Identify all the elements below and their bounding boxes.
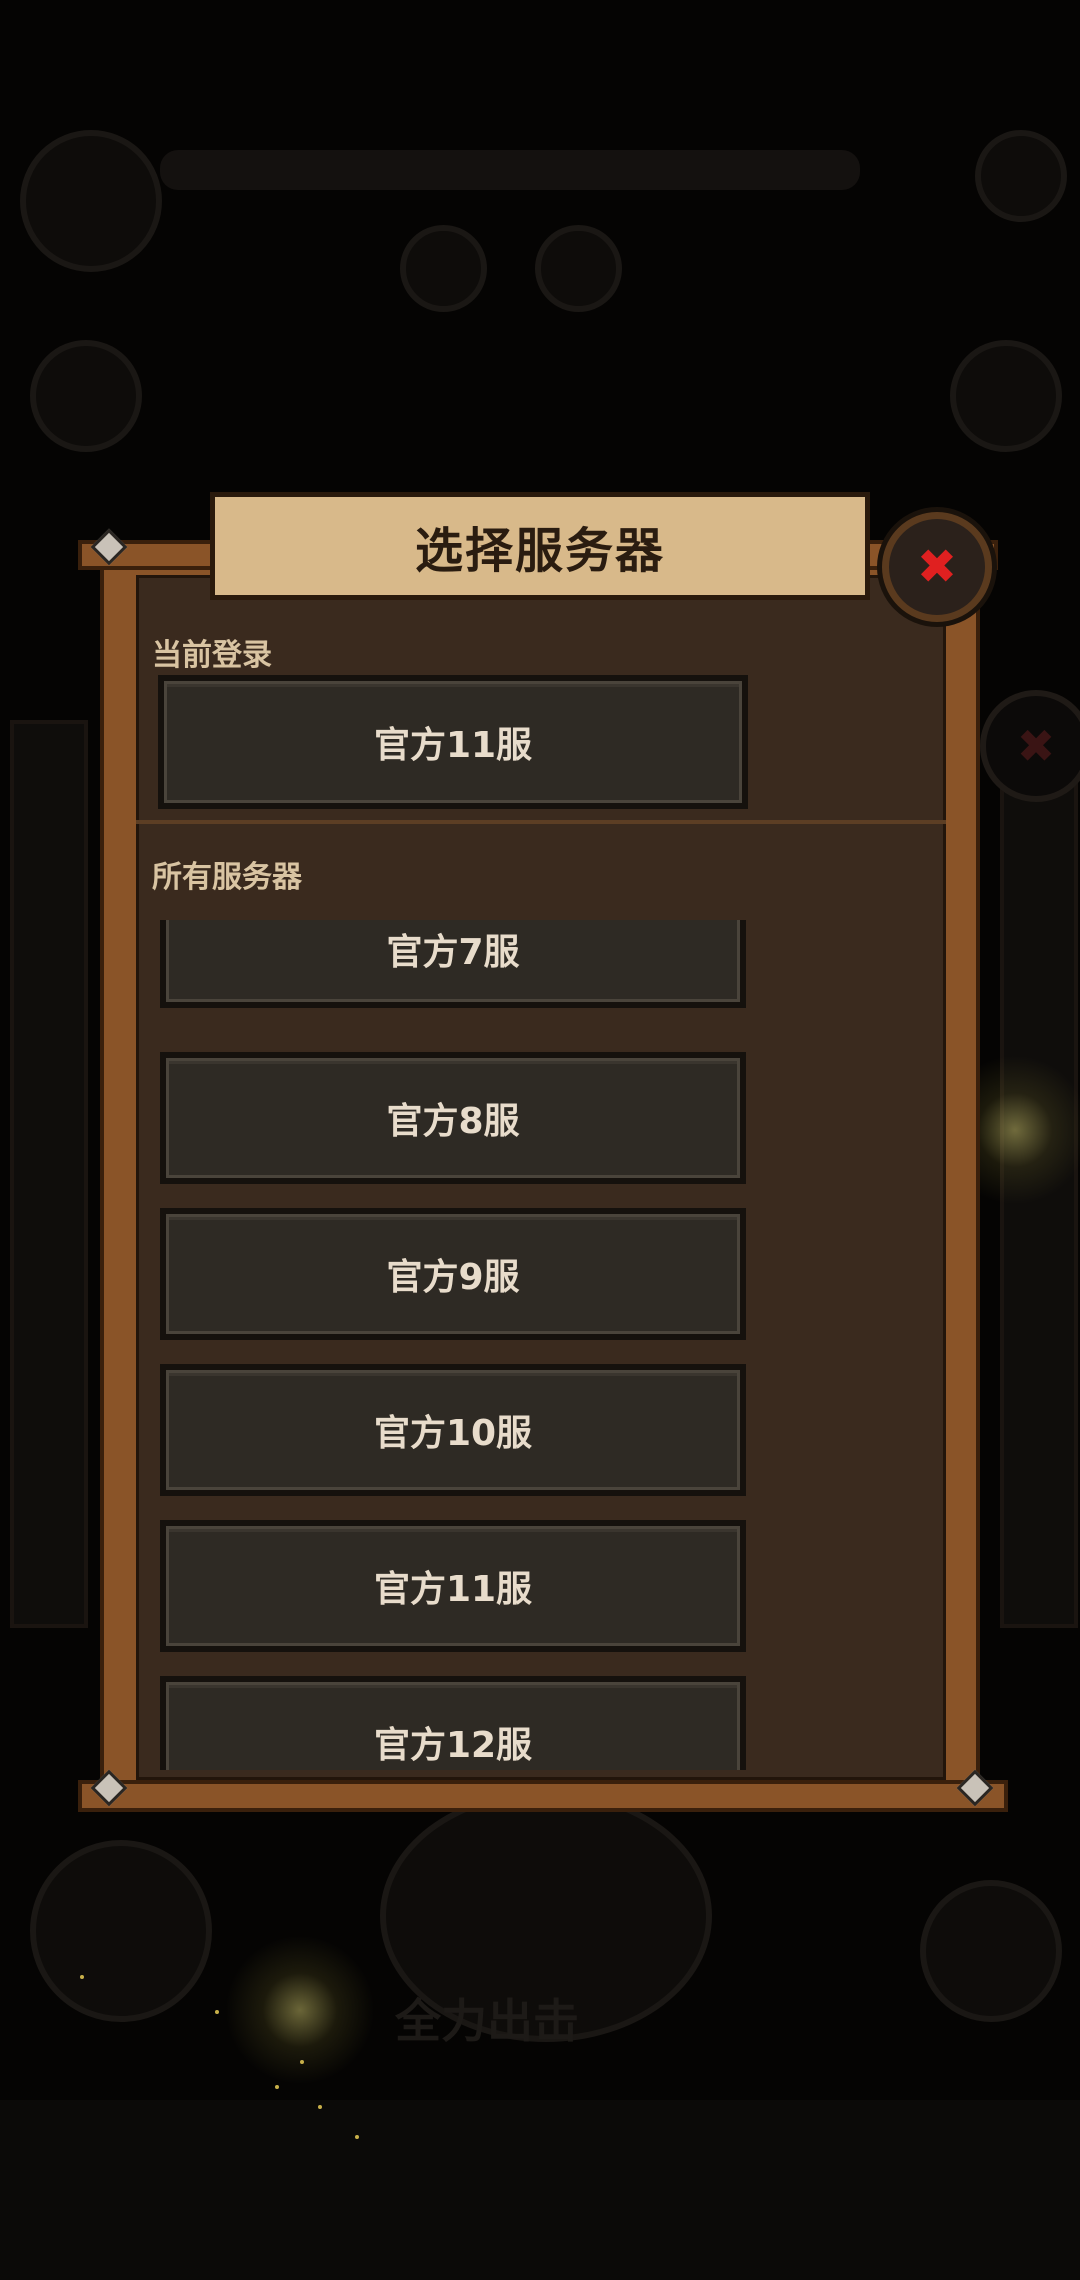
bg-left-icon [30,340,142,452]
bg-coin-icon [975,130,1067,222]
server-item[interactable]: 官方7服 [160,920,746,1008]
bg-spark [355,2135,359,2139]
current-server-button[interactable]: 官方11服 [158,675,748,809]
server-item[interactable]: 官方12服 [160,1676,746,1770]
close-button[interactable]: ✖ [882,512,992,622]
bg-level-1 [400,225,487,312]
bg-spark [80,1975,84,1979]
bg-level-2 [535,225,622,312]
bg-main-button-label: 全力出击 [395,1994,579,2048]
bg-right-icon [950,340,1062,452]
server-list[interactable]: 官方7服 官方8服 官方9服 官方10服 官方11服 官方12服 [136,920,946,1770]
server-item[interactable]: 官方10服 [160,1364,746,1496]
dialog-title-banner: 选择服务器 [210,492,870,600]
all-servers-label: 所有服务器 [152,860,302,895]
bg-spark [300,2060,304,2064]
server-item[interactable]: 官方8服 [160,1052,746,1184]
section-divider [136,820,946,824]
bg-close-icon: ✖ [980,690,1080,802]
current-login-label: 当前登录 [152,638,272,673]
close-icon: ✖ [916,539,958,595]
server-item[interactable]: 官方11服 [160,1520,746,1652]
dialog-title: 选择服务器 [414,523,665,579]
bottom-plank [78,1780,1008,1812]
bg-avatar-ring [20,130,162,272]
bg-spark [275,2085,279,2089]
bg-resource-bar [160,150,860,190]
bg-spark [215,2010,219,2014]
bg-left-panel [10,720,88,1628]
bg-spark [318,2105,322,2109]
bg-bottom-left-icon [30,1840,212,2022]
bg-bottom-right-icon [920,1880,1062,2022]
bg-bottom-nav [0,2100,1080,2280]
server-item[interactable]: 官方9服 [160,1208,746,1340]
